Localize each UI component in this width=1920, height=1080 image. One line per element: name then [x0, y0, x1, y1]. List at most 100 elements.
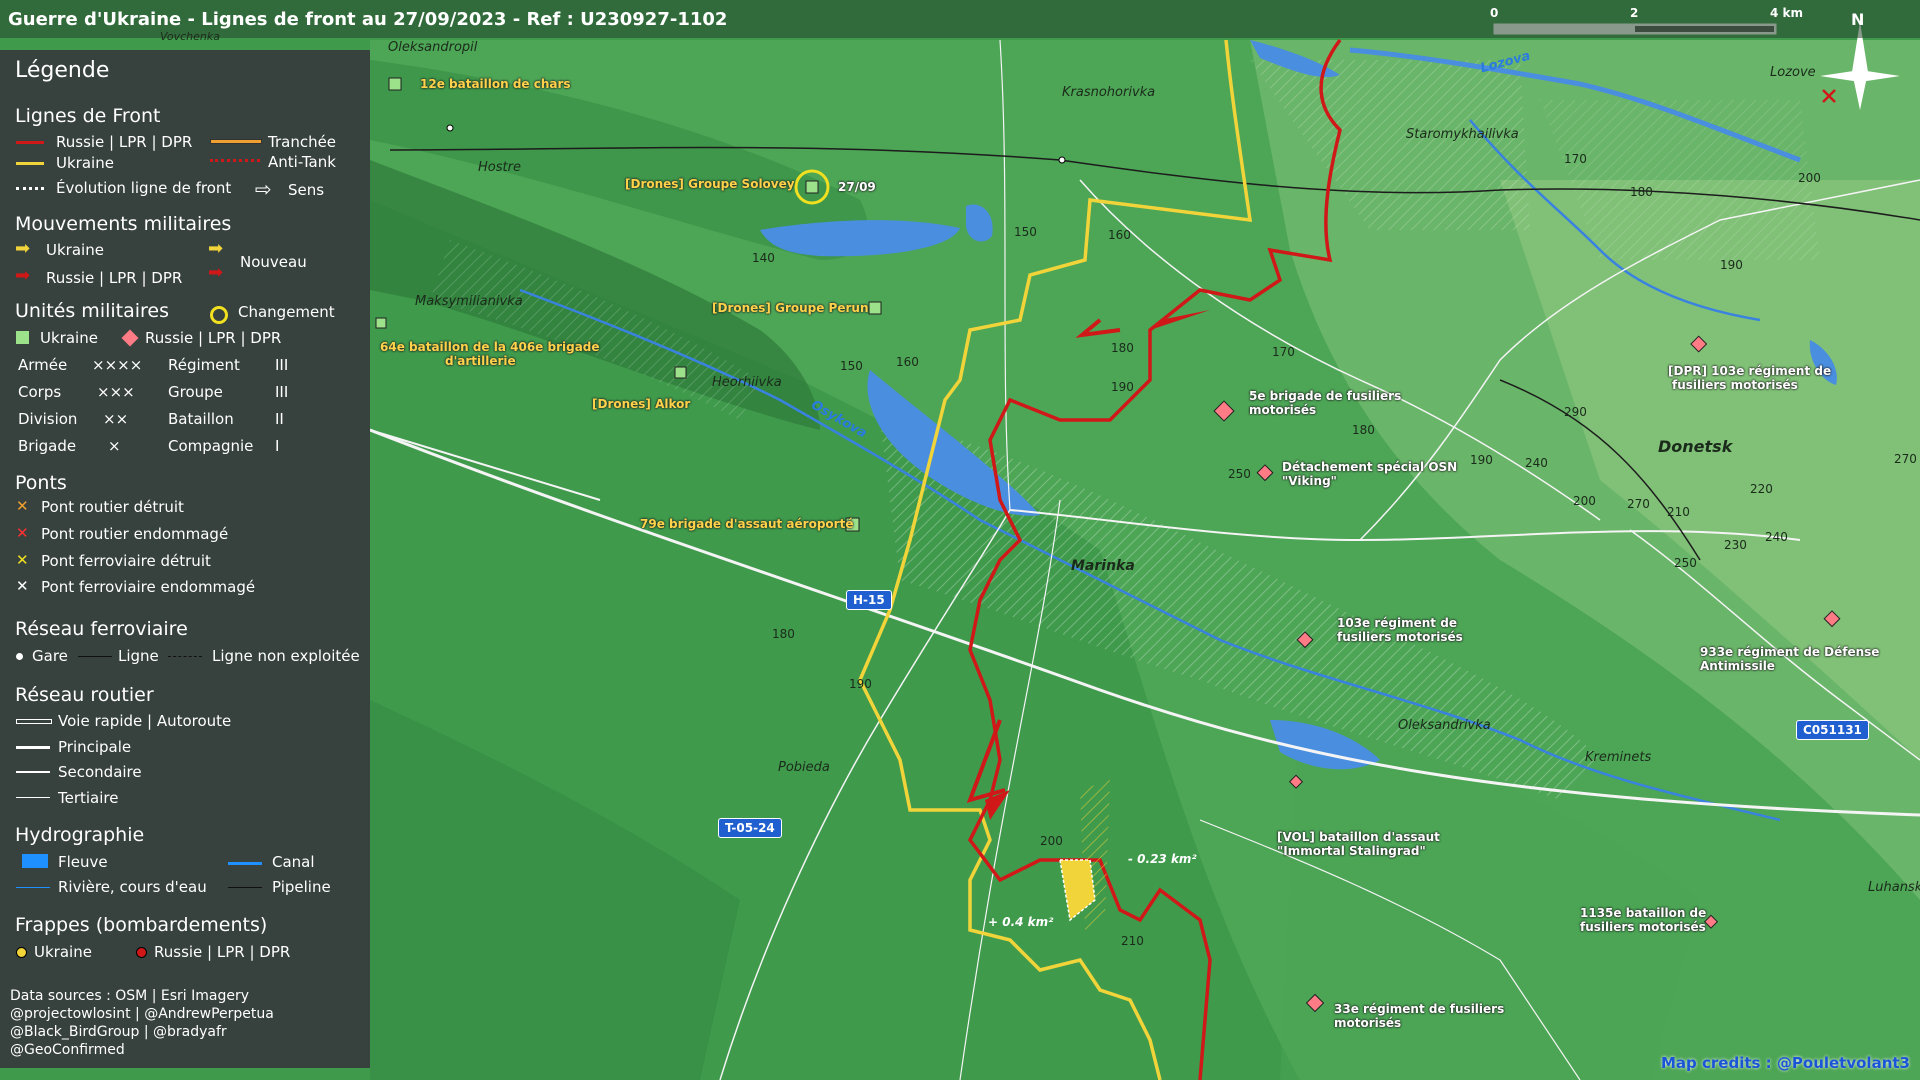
legend-strikes-russia: Russie | LPR | DPR: [154, 943, 291, 961]
legend-bridges-heading: Ponts: [15, 472, 67, 494]
road-badge-c051131: C051131: [1796, 720, 1869, 740]
legend-rail-line: Ligne: [118, 647, 159, 665]
unit-ru-osn-line1[interactable]: Détachement spécial OSN: [1282, 460, 1457, 474]
source-line-3: @GeoConfirmed: [10, 1042, 125, 1058]
legend-rail-station: Gare: [32, 647, 68, 665]
map-credits: Map credits : @Poulet­volant3: [1661, 1054, 1910, 1072]
road-badge-h15: H-15: [846, 590, 892, 610]
unit-ru-1135th-line1[interactable]: 1135e bataillon de: [1580, 906, 1706, 920]
bridge-rail-damaged-icon: ✕: [16, 577, 29, 595]
unit-size-company-symbol: I: [275, 437, 280, 455]
altitude-label: 200: [1798, 171, 1821, 185]
altitude-label: 180: [1630, 185, 1653, 199]
scale-label-4km: 4 km: [1770, 6, 1804, 20]
unit-size-division-symbol: ××: [103, 410, 129, 428]
unit-size-army-symbol: ××××: [92, 356, 143, 374]
altitude-label: 230: [1724, 538, 1747, 552]
legend-front-ukraine: Ukraine: [56, 154, 114, 172]
north-arrow-icon: N: [1851, 10, 1865, 29]
unit-ru-33rd-line1[interactable]: 33e régiment de fusiliers: [1334, 1002, 1504, 1016]
legend-front-evolution: Évolution ligne de front: [56, 179, 232, 197]
altitude-label: 150: [1014, 225, 1037, 239]
ukraine-unit-square-icon: [16, 331, 29, 344]
unit-size-battalion: Bataillon: [168, 410, 234, 428]
altitude-label: 210: [1121, 934, 1144, 948]
unit-size-corps: Corps: [18, 383, 62, 401]
evolution-swatch: [16, 187, 44, 190]
altitude-label: 190: [1720, 258, 1743, 272]
altitude-label: 190: [1470, 453, 1493, 467]
legend-hydro-heading: Hydrographie: [15, 824, 145, 846]
unit-ru-1135th-line2[interactable]: fusiliers motorisés: [1580, 920, 1706, 934]
altitude-label: 250: [1228, 467, 1251, 481]
unit-ru-dpr-103rd-line2[interactable]: fusiliers motorisés: [1672, 378, 1798, 392]
unit-size-brigade-symbol: ×: [108, 437, 121, 455]
altitude-label: 150: [840, 359, 863, 373]
bridge-road-damaged-icon: ✕: [16, 524, 29, 542]
unit-ru-933rd-line2[interactable]: Antimissile: [1700, 659, 1775, 673]
scale-label-2: 2: [1630, 6, 1639, 20]
unit-ua-perun[interactable]: [Drones] Groupe Perun: [712, 301, 869, 315]
altitude-label: 180: [1111, 341, 1134, 355]
legend-bridge-1: Pont routier endommagé: [41, 525, 229, 543]
unit-size-battalion-symbol: II: [275, 410, 284, 428]
unit-ua-64th-line1[interactable]: 64e bataillon de la 406e brigade: [380, 340, 600, 354]
unit-ru-5th-line1[interactable]: 5e brigade de fusiliers: [1249, 389, 1401, 403]
altitude-label: 290: [1564, 405, 1587, 419]
source-line-1: @projectowlosint | @AndrewPerpetua: [10, 1006, 274, 1022]
bridge-road-destroyed-icon: ✕: [16, 497, 29, 515]
russia-line-swatch: [16, 141, 44, 144]
unit-ru-dpr-103rd-line1[interactable]: [DPR] 103e régiment de: [1668, 364, 1831, 378]
strike-ukraine-icon: [16, 947, 27, 958]
legend-bridge-2: Pont ferroviaire détruit: [41, 552, 211, 570]
place-pobieda: Pobieda: [778, 760, 830, 775]
unit-ru-5th-line2[interactable]: motorisés: [1249, 403, 1316, 417]
area-loss-label: - 0.23 km²: [1128, 852, 1197, 866]
road-highway-swatch: [16, 719, 52, 724]
unit-ru-vol-line1[interactable]: [VOL] bataillon d'assaut: [1277, 830, 1440, 844]
legend-front-direction: Sens: [288, 181, 325, 199]
unit-ua-12th-tank[interactable]: 12e bataillon de chars: [420, 77, 571, 91]
legend-road-2: Secondaire: [58, 763, 142, 781]
unit-ua-79th[interactable]: 79e brigade d'assaut aéroporté: [640, 517, 853, 531]
road-secondary-swatch: [16, 771, 50, 773]
unit-ru-933rd-line1[interactable]: 933e régiment de Défense: [1700, 645, 1879, 659]
legend-units-russia: Russie | LPR | DPR: [145, 329, 282, 347]
unit-size-regiment: Régiment: [168, 356, 240, 374]
altitude-label: 140: [752, 251, 775, 265]
map-title: Guerre d'Ukraine - Lignes de front au 27…: [8, 9, 728, 30]
scale-label-0: 0: [1490, 6, 1499, 20]
altitude-label: 190: [849, 677, 872, 691]
unit-ru-33rd-line2[interactable]: motorisés: [1334, 1016, 1401, 1030]
unit-ua-64th-line2[interactable]: d'artillerie: [445, 354, 516, 368]
legend-move-russia: Russie | LPR | DPR: [46, 269, 183, 287]
russia-unit-diamond-icon: [121, 329, 139, 347]
place-hostre: Hostre: [478, 160, 521, 175]
legend-movements-heading: Mouvements militaires: [15, 213, 232, 235]
unit-size-corps-symbol: ×××: [97, 383, 135, 401]
rail-line-swatch: [78, 656, 112, 657]
legend-front-antitank: Anti-Tank: [268, 153, 336, 171]
unit-size-division: Division: [18, 410, 78, 428]
legend-units-heading: Unités militaires: [15, 300, 170, 322]
unit-ru-vol-line2[interactable]: "Immortal Stalingrad": [1277, 844, 1426, 858]
altitude-label: 240: [1525, 456, 1548, 470]
unit-ru-osn-line2[interactable]: "Viking": [1282, 474, 1337, 488]
legend-units-ukraine: Ukraine: [40, 329, 98, 347]
place-maksymilianivka: Maksymilianivka: [415, 294, 523, 309]
legend-roads-heading: Réseau routier: [15, 684, 154, 706]
altitude-label: 190: [1111, 380, 1134, 394]
unit-ua-solovey[interactable]: [Drones] Groupe Solovey: [625, 177, 795, 191]
altitude-label: 270: [1627, 497, 1650, 511]
unit-ru-103rd-line1[interactable]: 103e régiment de: [1337, 616, 1457, 630]
legend-strikes-heading: Frappes (bombardements): [15, 914, 268, 936]
place-lozove: Lozove: [1770, 65, 1816, 80]
unit-size-company: Compagnie: [168, 437, 254, 455]
unit-ua-alkor[interactable]: [Drones] Alkor: [592, 397, 690, 411]
legend-road-3: Tertiaire: [58, 789, 119, 807]
station-icon: [16, 653, 23, 660]
strike-russia-icon: [136, 947, 147, 958]
new-ukraine-arrow-icon: ➡: [208, 238, 224, 259]
unit-ru-103rd-line2[interactable]: fusiliers motorisés: [1337, 630, 1463, 644]
place-marinka: Marinka: [1071, 558, 1135, 574]
